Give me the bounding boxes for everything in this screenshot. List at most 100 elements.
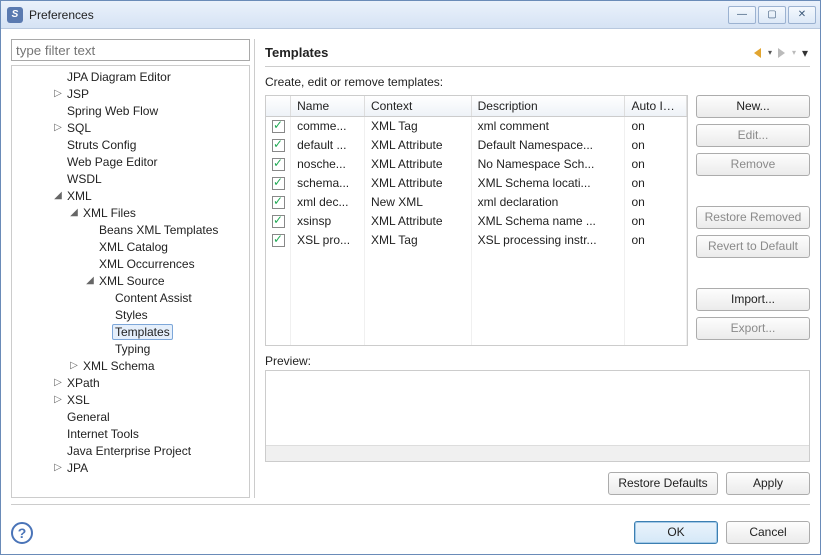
tree-twisty-icon[interactable]: ▷ (52, 122, 64, 133)
tree-item[interactable]: ▷JSP (12, 85, 249, 102)
cancel-button[interactable]: Cancel (726, 521, 810, 544)
tree-item-label: Typing (112, 342, 153, 356)
help-icon[interactable]: ? (11, 522, 33, 544)
tree-item[interactable]: Web Page Editor (12, 153, 249, 170)
tree-item-label: Java Enterprise Project (64, 444, 194, 458)
restore-defaults-button[interactable]: Restore Defaults (608, 472, 718, 495)
tree-item[interactable]: ▷XPath (12, 374, 249, 391)
templates-table[interactable]: Name Context Description Auto Ins... com… (265, 95, 688, 346)
revert-default-button[interactable]: Revert to Default (696, 235, 810, 258)
tree-item-label: Web Page Editor (64, 155, 161, 169)
tree-twisty-icon[interactable]: ◢ (52, 190, 64, 201)
tree-item[interactable]: ▷XSL (12, 391, 249, 408)
tree-item[interactable]: XML Occurrences (12, 255, 249, 272)
apply-button[interactable]: Apply (726, 472, 810, 495)
import-button[interactable]: Import... (696, 288, 810, 311)
tree-item-label: General (64, 410, 113, 424)
col-description[interactable]: Description (471, 96, 625, 117)
tree-item-label: XML Files (80, 206, 139, 220)
titlebar: S Preferences — ▢ ✕ (1, 1, 820, 29)
tree-twisty-icon[interactable]: ▷ (68, 360, 80, 371)
ok-button[interactable]: OK (634, 521, 718, 544)
tree-twisty-icon[interactable]: ▷ (52, 462, 64, 473)
tree-item[interactable]: ▷JPA (12, 459, 249, 476)
tree-twisty-icon[interactable]: ▷ (52, 394, 64, 405)
window-title: Preferences (29, 8, 728, 22)
tree-item-label: XPath (64, 376, 103, 390)
tree-twisty-icon[interactable]: ◢ (84, 275, 96, 286)
row-checkbox[interactable] (272, 120, 285, 133)
tree-twisty-icon[interactable]: ▷ (52, 88, 64, 99)
row-checkbox[interactable] (272, 158, 285, 171)
tree-item-label: XML Schema (80, 359, 158, 373)
tree-item[interactable]: General (12, 408, 249, 425)
row-checkbox[interactable] (272, 196, 285, 209)
maximize-button[interactable]: ▢ (758, 6, 786, 24)
col-context[interactable]: Context (364, 96, 471, 117)
col-name[interactable]: Name (291, 96, 365, 117)
cell-name: default ... (291, 136, 365, 155)
tree-item[interactable]: Java Enterprise Project (12, 442, 249, 459)
table-row[interactable]: schema...XML AttributeXML Schema locati.… (266, 174, 687, 193)
cell-description: xml declaration (471, 193, 625, 212)
tree-item[interactable]: Content Assist (12, 289, 249, 306)
tree-item[interactable]: Beans XML Templates (12, 221, 249, 238)
new-button[interactable]: New... (696, 95, 810, 118)
remove-button[interactable]: Remove (696, 153, 810, 176)
tree-item[interactable]: Styles (12, 306, 249, 323)
cell-auto: on (625, 193, 687, 212)
tree-item-label: JPA (64, 461, 91, 475)
preview-box[interactable] (265, 370, 810, 462)
cell-auto: on (625, 136, 687, 155)
tree-item[interactable]: ◢XML Source (12, 272, 249, 289)
col-auto[interactable]: Auto Ins... (625, 96, 687, 117)
filter-input[interactable] (11, 39, 250, 61)
edit-button[interactable]: Edit... (696, 124, 810, 147)
table-row[interactable]: xsinspXML AttributeXML Schema name ...on (266, 212, 687, 231)
cell-auto: on (625, 174, 687, 193)
export-button[interactable]: Export... (696, 317, 810, 340)
left-panel: JPA Diagram Editor▷JSPSpring Web Flow▷SQ… (11, 39, 255, 498)
tree-item[interactable]: Typing (12, 340, 249, 357)
preview-scrollbar[interactable] (266, 445, 809, 461)
restore-removed-button[interactable]: Restore Removed (696, 206, 810, 229)
nav-menu-button[interactable]: ▾ (800, 46, 810, 60)
tree-item[interactable]: Templates (12, 323, 249, 340)
tree-item-label: Beans XML Templates (96, 223, 221, 237)
tree-item[interactable]: ▷SQL (12, 119, 249, 136)
cell-name: XSL pro... (291, 231, 365, 250)
close-button[interactable]: ✕ (788, 6, 816, 24)
tree-item[interactable]: JPA Diagram Editor (12, 68, 249, 85)
table-row[interactable]: nosche...XML AttributeNo Namespace Sch..… (266, 155, 687, 174)
cell-name: schema... (291, 174, 365, 193)
cell-context: XML Attribute (364, 212, 471, 231)
row-checkbox[interactable] (272, 234, 285, 247)
table-row[interactable]: comme...XML Tagxml commenton (266, 117, 687, 136)
row-checkbox[interactable] (272, 139, 285, 152)
tree-item[interactable]: XML Catalog (12, 238, 249, 255)
tree-item-label: Styles (112, 308, 151, 322)
tree-item[interactable]: Struts Config (12, 136, 249, 153)
tree-twisty-icon[interactable]: ◢ (68, 207, 80, 218)
row-checkbox[interactable] (272, 215, 285, 228)
cell-name: nosche... (291, 155, 365, 174)
table-row[interactable]: XSL pro...XML TagXSL processing instr...… (266, 231, 687, 250)
minimize-button[interactable]: — (728, 6, 756, 24)
preview-label: Preview: (265, 354, 810, 368)
tree-twisty-icon[interactable]: ▷ (52, 377, 64, 388)
preferences-tree[interactable]: JPA Diagram Editor▷JSPSpring Web Flow▷SQ… (11, 65, 250, 498)
tree-item[interactable]: WSDL (12, 170, 249, 187)
tree-item[interactable]: Internet Tools (12, 425, 249, 442)
nav-forward-button[interactable]: ▾ (776, 46, 798, 60)
tree-item[interactable]: ◢XML Files (12, 204, 249, 221)
tree-item[interactable]: ▷XML Schema (12, 357, 249, 374)
tree-item[interactable]: Spring Web Flow (12, 102, 249, 119)
tree-item-label: Struts Config (64, 138, 139, 152)
row-checkbox[interactable] (272, 177, 285, 190)
cell-context: XML Attribute (364, 174, 471, 193)
cell-auto: on (625, 155, 687, 174)
tree-item[interactable]: ◢XML (12, 187, 249, 204)
nav-back-button[interactable]: ▾ (752, 46, 774, 60)
table-row[interactable]: default ...XML AttributeDefault Namespac… (266, 136, 687, 155)
table-row[interactable]: xml dec...New XMLxml declarationon (266, 193, 687, 212)
